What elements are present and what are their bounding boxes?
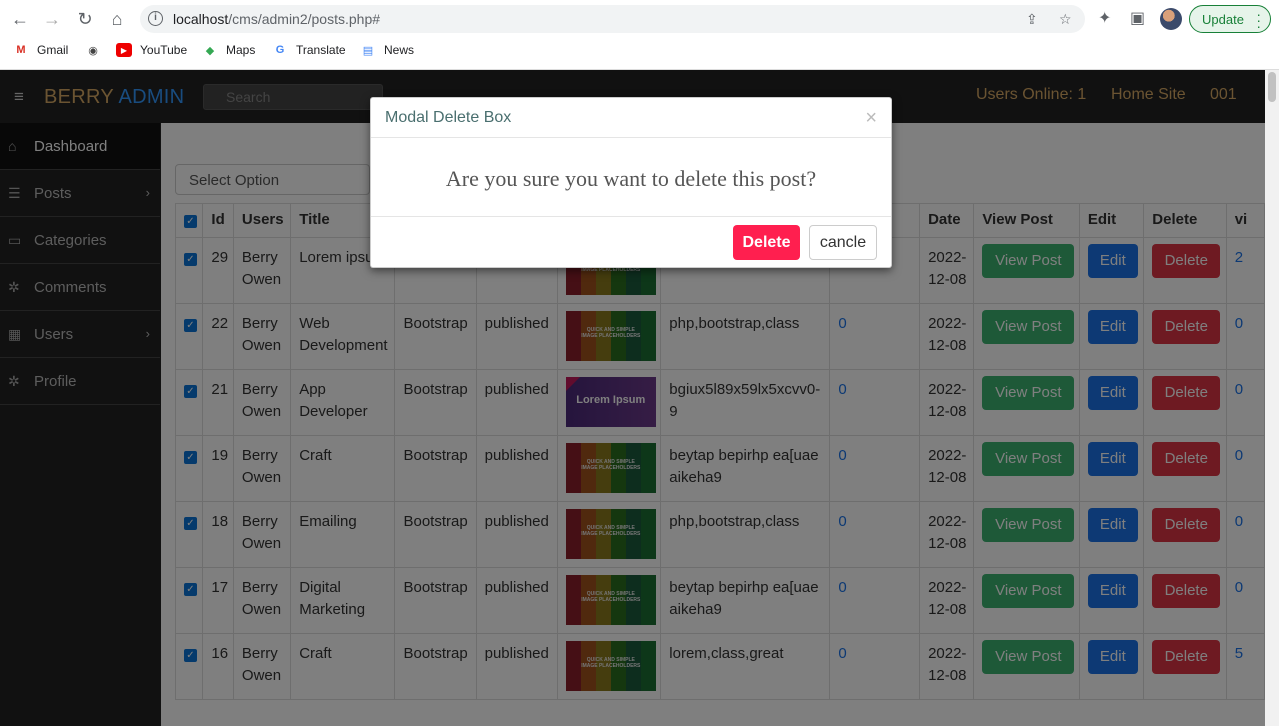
globe-icon: ◉: [88, 44, 98, 57]
url-text: localhost/cms/admin2/posts.php#: [173, 11, 381, 27]
star-icon[interactable]: ☆: [1059, 11, 1072, 28]
share-icon[interactable]: ⇪: [1026, 11, 1038, 28]
news-icon: ▤: [362, 44, 374, 57]
modal-footer: Delete cancle: [371, 216, 891, 268]
bookmark-translate[interactable]: G Translate: [272, 43, 346, 57]
scrollbar-thumb[interactable]: [1268, 72, 1276, 102]
confirm-delete-button[interactable]: Delete: [733, 225, 800, 260]
browser-toolbar: ← → ↻ ⌂ i localhost/cms/admin2/posts.php…: [0, 0, 1279, 38]
update-button[interactable]: Update · · ·: [1189, 5, 1271, 33]
close-icon[interactable]: ×: [865, 107, 877, 130]
browser-chrome: ← → ↻ ⌂ i localhost/cms/admin2/posts.php…: [0, 0, 1279, 70]
bookmark-youtube[interactable]: ▶ YouTube: [116, 43, 187, 57]
bookmark-gmail[interactable]: M Gmail: [13, 43, 68, 57]
cancel-button[interactable]: cancle: [809, 225, 877, 260]
bookmark-globe[interactable]: ◉: [85, 43, 109, 57]
maps-icon: ◆: [205, 44, 215, 57]
back-arrow-icon[interactable]: ←: [9, 8, 31, 30]
kebab-menu-icon[interactable]: · · ·: [1256, 7, 1261, 33]
profile-avatar[interactable]: [1160, 8, 1182, 30]
bookmarks-bar: M Gmail ◉ ▶ YouTube ◆ Maps G Translate ▤ News: [0, 38, 1279, 64]
forward-arrow-icon[interactable]: →: [41, 8, 63, 30]
site-info-icon[interactable]: i: [148, 11, 163, 26]
modal-message: Are you sure you want to delete this pos…: [445, 166, 817, 191]
extensions-icon[interactable]: ✦: [1098, 8, 1111, 28]
home-icon[interactable]: ⌂: [106, 8, 128, 30]
bookmark-news[interactable]: ▤ News: [360, 43, 414, 57]
gmail-icon: M: [16, 44, 26, 56]
translate-icon: G: [275, 44, 285, 56]
page-scrollbar[interactable]: [1265, 70, 1279, 726]
bookmark-maps[interactable]: ◆ Maps: [202, 43, 256, 57]
reload-icon[interactable]: ↻: [74, 8, 96, 30]
address-bar[interactable]: i localhost/cms/admin2/posts.php# ⇪ ☆: [140, 5, 1085, 33]
modal-header: Modal Delete Box ×: [371, 98, 891, 138]
youtube-icon: ▶: [116, 43, 132, 57]
delete-modal: Modal Delete Box × Are you sure you want…: [370, 97, 892, 268]
modal-title: Modal Delete Box: [385, 109, 512, 126]
side-panel-icon[interactable]: ▣: [1130, 8, 1145, 28]
